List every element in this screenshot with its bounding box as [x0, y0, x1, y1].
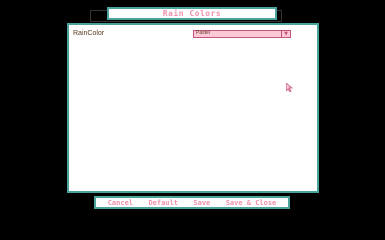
window-title: Rain Colors: [162, 9, 222, 18]
cancel-button[interactable]: Cancel: [108, 199, 133, 207]
window-title-tab: Rain Colors: [107, 7, 277, 20]
rain-color-dropdown[interactable]: Pastel ▼: [193, 30, 291, 38]
settings-panel: RainColor Pastel ▼: [67, 23, 319, 193]
mouse-pointer-icon: [286, 83, 294, 92]
dropdown-value: Pastel: [196, 30, 210, 36]
save-close-button[interactable]: Save & Close: [226, 199, 277, 207]
action-bar: Cancel Default Save Save & Close: [94, 196, 290, 209]
chevron-down-icon[interactable]: ▼: [281, 31, 290, 37]
rain-color-label: RainColor: [73, 30, 105, 37]
default-button[interactable]: Default: [148, 199, 178, 207]
save-button[interactable]: Save: [193, 199, 210, 207]
